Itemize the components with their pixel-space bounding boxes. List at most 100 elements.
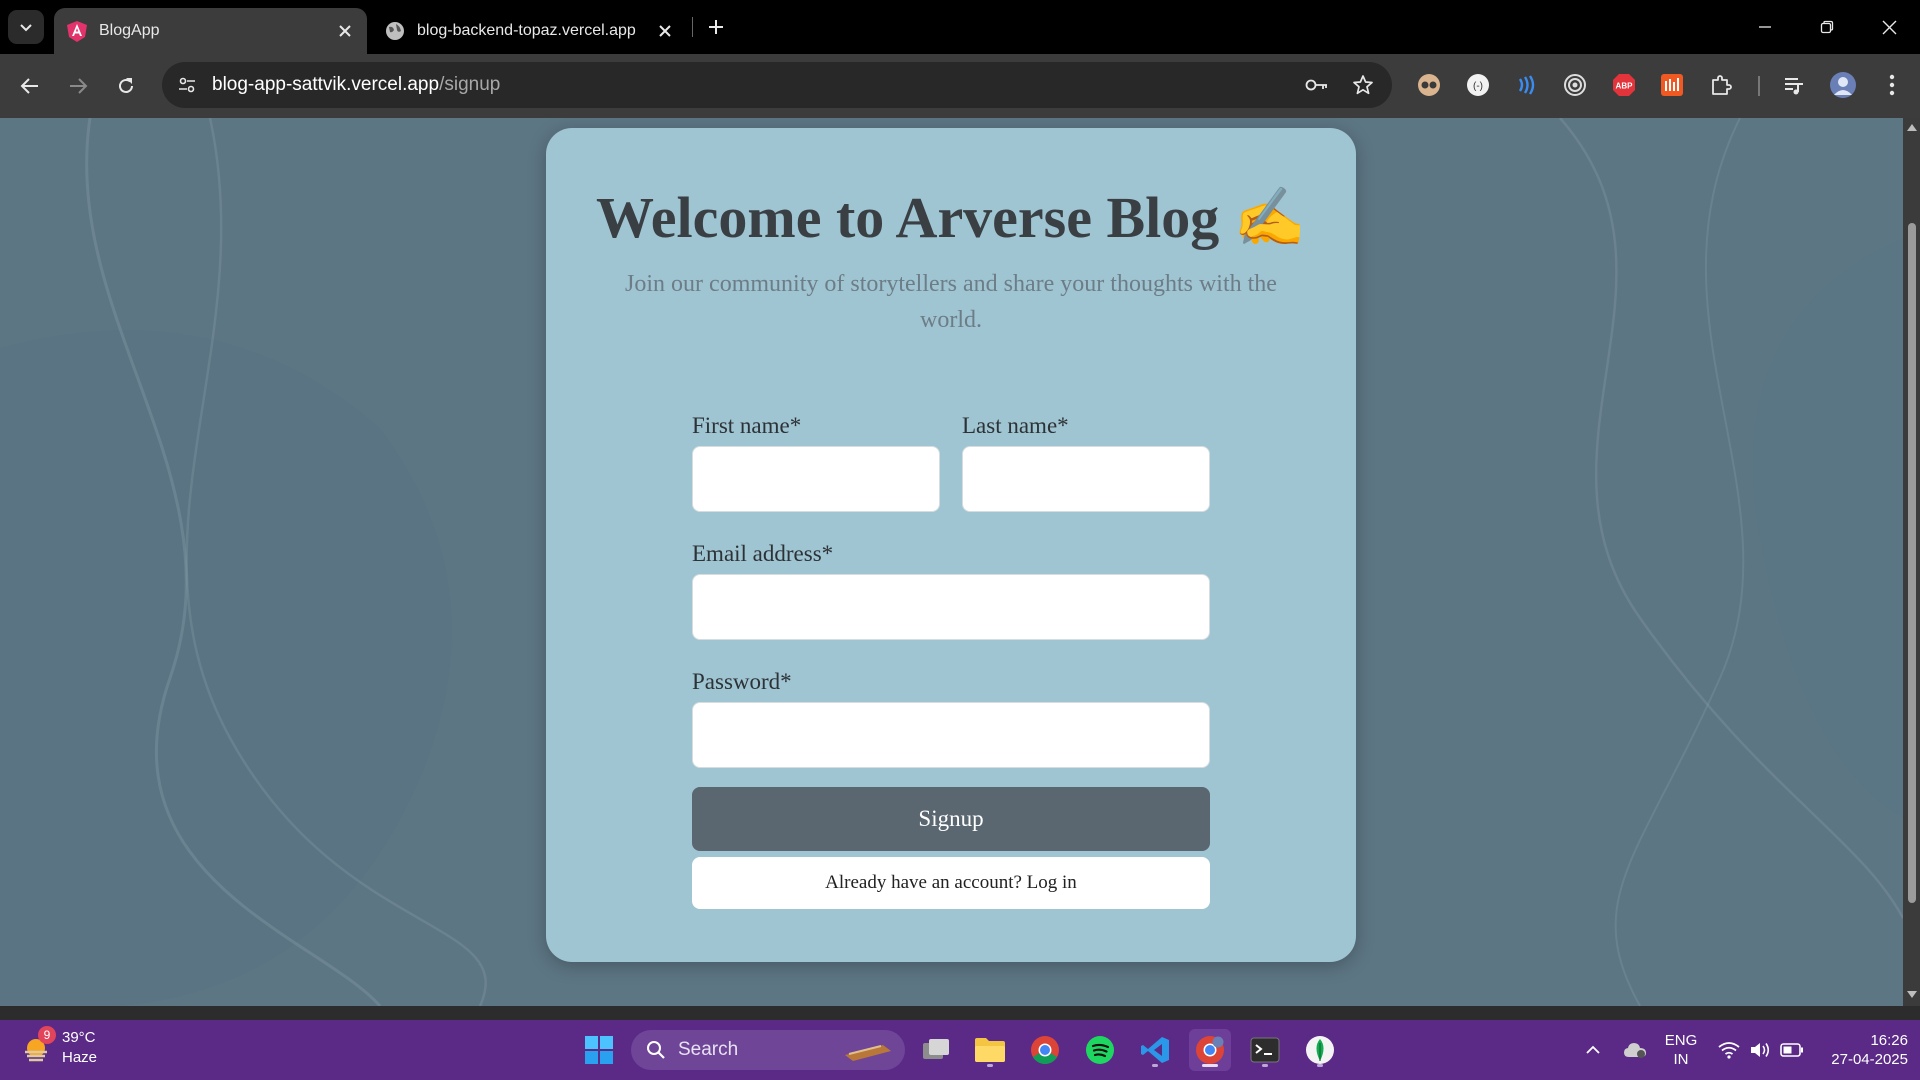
scroll-up-arrow-icon[interactable] [1907, 122, 1917, 132]
profile-avatar[interactable] [1827, 69, 1859, 101]
last-name-label: Last name* [962, 413, 1069, 438]
first-name-label: First name* [692, 413, 802, 438]
url-host: blog-app-sattvik.vercel.app [212, 74, 440, 95]
tab-blogapp[interactable]: BlogApp [54, 8, 367, 54]
bookmark-star-icon[interactable] [1348, 70, 1378, 100]
file-explorer-button[interactable] [969, 1029, 1011, 1071]
extension-wifi-icon[interactable] [1510, 69, 1542, 101]
last-name-input[interactable] [962, 446, 1210, 512]
extension-timer-icon[interactable]: (-) [1462, 69, 1494, 101]
site-info-icon[interactable] [172, 70, 202, 100]
browser-menu-icon[interactable] [1876, 69, 1908, 101]
close-tab-icon[interactable] [651, 17, 679, 45]
start-button[interactable] [578, 1029, 620, 1071]
taskbar-search[interactable]: Search [631, 1030, 905, 1070]
onedrive-tray-button[interactable] [1617, 1020, 1653, 1080]
vscode-button[interactable] [1134, 1029, 1176, 1071]
close-icon [1882, 20, 1896, 34]
cloud-icon [1624, 1043, 1646, 1058]
tab-title: BlogApp [99, 22, 160, 39]
web-page: Welcome to Arverse Blog ✍️ Join our comm… [0, 118, 1903, 1006]
first-name-input[interactable] [692, 446, 940, 512]
close-tab-icon[interactable] [331, 17, 359, 45]
spotify-button[interactable] [1079, 1029, 1121, 1071]
region-code: IN [1673, 1051, 1689, 1068]
extension-target-icon[interactable] [1559, 69, 1591, 101]
svg-text:(-): (-) [1473, 81, 1483, 92]
plus-icon [709, 20, 723, 34]
clock[interactable]: 16:26 27-04-2025 [1816, 1020, 1908, 1080]
spotify-icon [1086, 1036, 1114, 1064]
tab-blog-backend[interactable]: blog-backend-topaz.vercel.app [372, 8, 687, 54]
url-text: blog-app-sattvik.vercel.app/signup [212, 74, 500, 96]
chevron-down-icon [20, 24, 32, 32]
scrollbar-thumb[interactable] [1908, 223, 1916, 903]
running-indicator [1152, 1064, 1158, 1067]
extension-glasses-icon[interactable] [1413, 69, 1445, 101]
page-subtitle: Join our community of storytellers and s… [625, 271, 1277, 333]
tab-search-button[interactable] [8, 10, 44, 44]
search-highlight-icon [845, 1045, 891, 1061]
password-key-icon[interactable] [1302, 70, 1332, 100]
weather-badge: 9 [38, 1026, 56, 1044]
vscode-icon [1141, 1037, 1169, 1063]
language-code: ENG [1664, 1032, 1698, 1049]
task-view-button[interactable] [915, 1029, 957, 1071]
svg-text:ABP: ABP [1616, 82, 1634, 91]
chrome-profile-icon [1196, 1036, 1224, 1064]
chrome-icon [1031, 1036, 1059, 1064]
active-indicator [1202, 1064, 1218, 1067]
show-hidden-icons-button[interactable] [1578, 1020, 1608, 1080]
password-label: Password* [692, 669, 792, 694]
windows-logo-icon [585, 1036, 613, 1064]
back-button[interactable] [12, 68, 48, 104]
clock-date: 27-04-2025 [1831, 1051, 1908, 1068]
forward-button[interactable] [60, 68, 96, 104]
terminal-button[interactable] [1244, 1029, 1286, 1071]
search-icon [647, 1041, 665, 1059]
login-link-button[interactable]: Already have an account? Log in [692, 857, 1210, 909]
signup-button[interactable]: Signup [692, 787, 1210, 851]
chrome-profile-taskbar-button[interactable] [1189, 1029, 1231, 1071]
extension-orange-icon[interactable] [1656, 69, 1688, 101]
password-input[interactable] [692, 702, 1210, 768]
reload-button[interactable] [108, 68, 144, 104]
restore-button[interactable] [1796, 0, 1858, 54]
minimize-button[interactable] [1734, 0, 1796, 54]
close-window-button[interactable] [1858, 0, 1920, 54]
url-path: /signup [439, 74, 501, 95]
media-queue-icon[interactable] [1778, 69, 1810, 101]
weather-widget[interactable]: 9 39°C Haze [20, 1026, 98, 1068]
language-indicator[interactable]: ENG IN [1658, 1020, 1704, 1080]
weather-description: Haze [62, 1049, 98, 1066]
quick-settings-button[interactable] [1712, 1020, 1810, 1080]
mongodb-leaf-icon [1306, 1036, 1334, 1064]
toolbar-separator [1758, 76, 1760, 96]
mongodb-compass-button[interactable] [1299, 1029, 1341, 1071]
terminal-icon [1250, 1037, 1280, 1063]
weather-temperature: 39°C [62, 1029, 96, 1046]
running-indicator [1262, 1064, 1268, 1067]
address-bar[interactable]: blog-app-sattvik.vercel.app/signup [162, 62, 1392, 108]
angular-logo-icon [66, 20, 88, 42]
reload-icon [119, 78, 133, 93]
search-placeholder: Search [678, 1039, 739, 1060]
browser-toolbar: blog-app-sattvik.vercel.app/signup (-) A… [0, 54, 1920, 118]
running-indicator [987, 1064, 993, 1067]
scroll-down-arrow-icon[interactable] [1907, 990, 1917, 1000]
adblock-plus-icon[interactable]: ABP [1608, 69, 1640, 101]
battery-icon [1780, 1043, 1803, 1057]
new-tab-button[interactable] [700, 11, 732, 43]
vertical-scrollbar[interactable] [1903, 118, 1920, 1006]
running-indicator [1317, 1064, 1323, 1067]
email-input[interactable] [692, 574, 1210, 640]
arrow-right-icon [70, 78, 88, 94]
page-title: Welcome to Arverse Blog ✍️ [595, 185, 1307, 250]
chrome-taskbar-button[interactable] [1024, 1029, 1066, 1071]
extensions-puzzle-icon[interactable] [1705, 69, 1737, 101]
tab-title: blog-backend-topaz.vercel.app [417, 22, 636, 39]
horizontal-scrollbar[interactable] [0, 1006, 1920, 1020]
volume-icon [1751, 1043, 1770, 1057]
restore-icon [1820, 20, 1834, 34]
browser-tab-strip: BlogApp blog-backend-topaz.vercel.app [0, 0, 1920, 54]
